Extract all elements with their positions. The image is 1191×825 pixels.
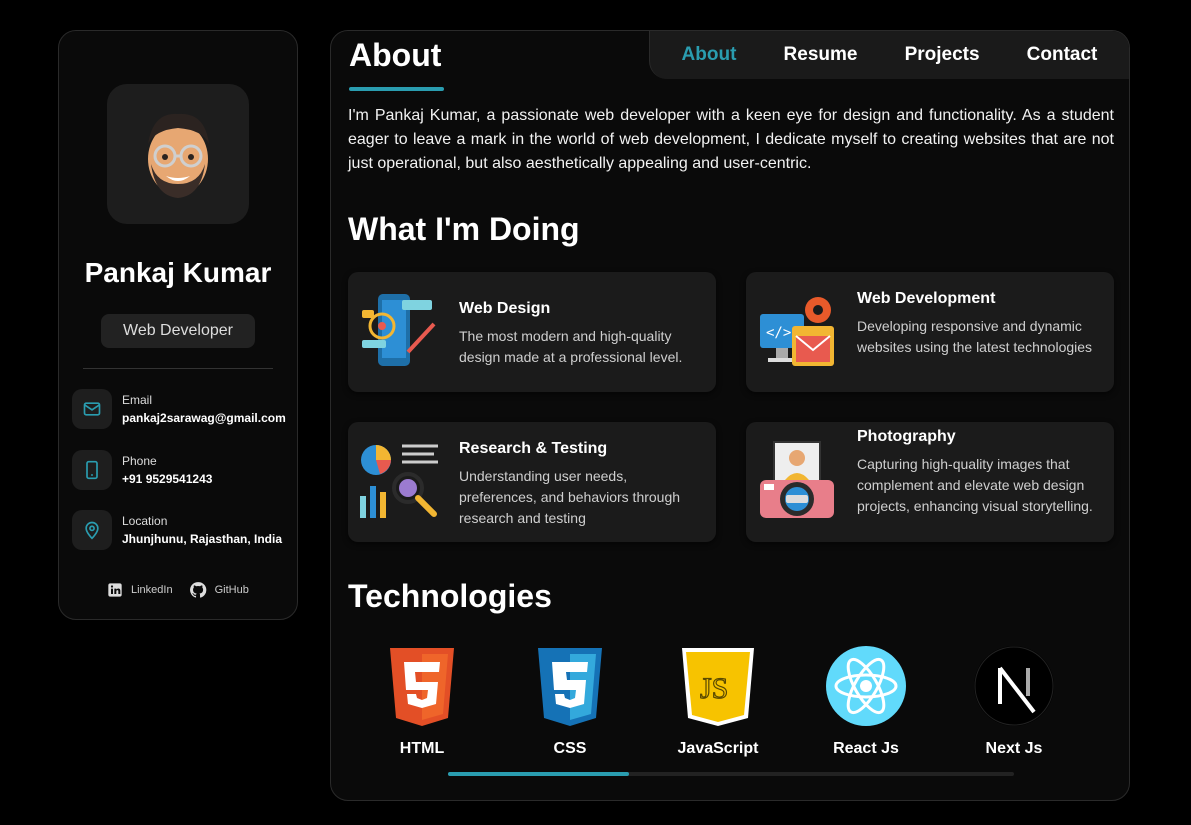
photography-icon [760, 441, 834, 518]
nav-about[interactable]: About [682, 44, 737, 66]
about-paragraph: I'm Pankaj Kumar, a passionate web devel… [348, 107, 1114, 172]
role-badge: Web Developer [101, 314, 255, 348]
contact-label: Phone [122, 454, 157, 468]
service-description: Developing responsive and dynamic websit… [857, 318, 1093, 355]
technologies-row: HTML CSS JS JavaScript React Js Next Js [348, 646, 1114, 766]
technologies-scrollbar[interactable] [448, 772, 1014, 776]
contact-email[interactable]: Email pankaj2sarawag@gmail.com [72, 389, 286, 429]
avatar [107, 84, 249, 224]
web-development-icon: </> [760, 297, 834, 366]
tech-react: React Js [811, 646, 921, 758]
tech-label: CSS [553, 740, 587, 757]
tech-nextjs: Next Js [959, 646, 1069, 758]
tech-css: CSS [515, 646, 625, 758]
phone-icon [72, 450, 112, 490]
top-navbar: About Resume Projects Contact [649, 31, 1129, 79]
contact-label: Location [122, 514, 168, 528]
tech-javascript: JS JavaScript [663, 646, 773, 758]
nav-resume[interactable]: Resume [784, 44, 858, 66]
service-description: The most modern and high-quality design … [459, 328, 683, 365]
location-icon [72, 510, 112, 550]
nav-contact[interactable]: Contact [1027, 44, 1098, 66]
title-underline [349, 87, 444, 91]
linkedin-label: LinkedIn [131, 584, 173, 596]
github-icon [189, 582, 206, 598]
profile-name: Pankaj Kumar [84, 257, 272, 288]
contact-value[interactable]: pankaj2sarawag@gmail.com [122, 411, 286, 425]
html5-icon [390, 648, 454, 726]
scrollbar-thumb[interactable] [448, 772, 630, 776]
svg-text:JS: JS [700, 672, 728, 705]
main-content: About About Resume Projects Contact I'm … [330, 30, 1130, 801]
social-links: LinkedIn GitHub [107, 581, 249, 599]
service-card-web-development: </> Web Development Developing responsiv… [746, 272, 1114, 392]
nextjs-icon [974, 646, 1054, 726]
react-icon [826, 646, 906, 726]
tech-label: React Js [833, 740, 899, 757]
tech-label: JavaScript [677, 740, 759, 757]
service-description: Understanding user needs, preferences, a… [459, 468, 681, 526]
doing-heading: What I'm Doing [348, 211, 580, 247]
tech-label: Next Js [985, 740, 1043, 757]
github-label: GitHub [214, 584, 249, 596]
web-design-icon [362, 294, 436, 366]
avatar-memoji-icon [148, 113, 209, 198]
research-testing-icon [360, 444, 438, 518]
contact-value: Jhunjhunu, Rajasthan, India [122, 532, 283, 546]
service-title: Research & Testing [459, 440, 608, 457]
service-card-web-design: Web Design The most modern and high-qual… [348, 272, 716, 392]
technologies-heading: Technologies [348, 578, 552, 614]
contact-label: Email [122, 393, 153, 407]
service-title: Photography [857, 428, 956, 445]
service-card-research-testing: Research & Testing Understanding user ne… [348, 422, 716, 542]
service-title: Web Design [459, 300, 551, 317]
contact-phone[interactable]: Phone +91 9529541243 [72, 450, 212, 490]
github-link[interactable]: GitHub [189, 581, 249, 599]
tech-html: HTML [367, 646, 477, 758]
service-title: Web Development [857, 290, 996, 307]
service-card-photography: Photography Capturing high-quality image… [746, 422, 1114, 542]
tech-label: HTML [399, 740, 445, 757]
contact-value[interactable]: +91 9529541243 [122, 472, 212, 486]
mail-icon [72, 389, 112, 429]
contact-location[interactable]: Location Jhunjhunu, Rajasthan, India [72, 510, 282, 550]
profile-sidebar: Pankaj Kumar Web Developer Email pankaj2… [58, 30, 298, 620]
sidebar-divider [83, 368, 273, 369]
page-title: About [349, 37, 442, 73]
svg-text:</>: </> [766, 325, 791, 341]
javascript-icon: JS [682, 648, 754, 726]
linkedin-link[interactable]: LinkedIn [107, 581, 173, 599]
css3-icon [538, 648, 602, 726]
linkedin-icon [108, 583, 122, 597]
nav-projects[interactable]: Projects [905, 44, 980, 66]
service-description: Capturing high-quality images that compl… [857, 456, 1093, 514]
